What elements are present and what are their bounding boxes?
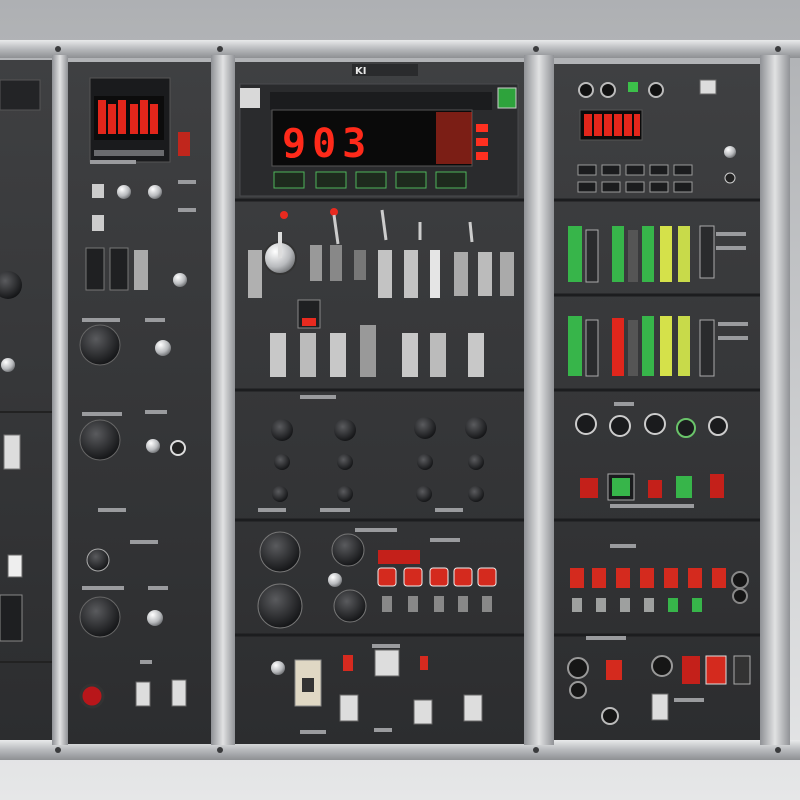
rotary-knob[interactable] bbox=[79, 596, 121, 638]
input-jack[interactable] bbox=[651, 655, 673, 677]
rotary-knob[interactable] bbox=[333, 589, 367, 623]
indicator-led bbox=[705, 655, 727, 685]
push-button[interactable] bbox=[1, 358, 15, 372]
indicator-led bbox=[606, 660, 622, 680]
rack-post bbox=[524, 55, 554, 745]
toggle-switch[interactable] bbox=[733, 655, 751, 685]
power-switch[interactable] bbox=[240, 88, 260, 108]
indicator-led bbox=[343, 655, 353, 671]
toggle-switch[interactable] bbox=[374, 649, 400, 677]
toggle-switch[interactable] bbox=[651, 693, 669, 721]
top-rail bbox=[0, 40, 800, 58]
status-led bbox=[628, 82, 638, 92]
push-button[interactable] bbox=[155, 340, 171, 356]
input-jack[interactable] bbox=[569, 681, 587, 699]
toggle-switch[interactable] bbox=[463, 694, 483, 722]
push-button[interactable] bbox=[170, 440, 186, 456]
input-jack[interactable] bbox=[567, 657, 589, 679]
toggle-switch[interactable] bbox=[171, 679, 187, 707]
rotary-knob[interactable] bbox=[86, 548, 110, 572]
rotary-knob[interactable] bbox=[259, 531, 301, 573]
toggle-switch[interactable] bbox=[7, 554, 23, 578]
push-button[interactable] bbox=[271, 661, 285, 675]
panel-d bbox=[554, 64, 760, 740]
emergency-button[interactable] bbox=[79, 683, 105, 709]
toggle-switch[interactable] bbox=[92, 215, 104, 231]
push-button[interactable] bbox=[724, 146, 736, 158]
connector-port bbox=[0, 594, 23, 642]
toggle-switch[interactable] bbox=[3, 434, 21, 470]
main-display-readout: 903 bbox=[282, 121, 372, 167]
toggle-switch[interactable] bbox=[92, 184, 104, 198]
indicator-led bbox=[330, 208, 338, 216]
aux-indicators bbox=[476, 124, 488, 160]
rack-post bbox=[52, 55, 68, 745]
panel-b bbox=[68, 62, 211, 744]
control-rack: KI 903 bbox=[0, 0, 800, 800]
panel-a bbox=[0, 60, 52, 740]
status-indicator bbox=[497, 87, 517, 109]
toggle-switch[interactable] bbox=[339, 694, 359, 722]
push-button[interactable] bbox=[724, 172, 736, 184]
rotary-knob[interactable] bbox=[257, 583, 303, 629]
indicator-led bbox=[178, 132, 190, 156]
push-button[interactable] bbox=[117, 185, 131, 199]
push-button[interactable] bbox=[147, 610, 163, 626]
rotary-knob[interactable] bbox=[79, 324, 121, 366]
panel-c: KI 903 bbox=[235, 62, 524, 744]
push-button[interactable] bbox=[148, 185, 162, 199]
rack-post bbox=[211, 55, 235, 745]
push-button[interactable] bbox=[173, 273, 187, 287]
indicator-led bbox=[420, 656, 428, 670]
display-mode-buttons[interactable] bbox=[273, 171, 467, 189]
input-jack[interactable] bbox=[732, 588, 748, 604]
rotary-knob[interactable] bbox=[79, 419, 121, 461]
brand-badge: KI bbox=[355, 66, 366, 77]
rotary-knob[interactable] bbox=[331, 533, 365, 567]
push-button[interactable] bbox=[146, 439, 160, 453]
toggle-switch[interactable] bbox=[135, 681, 151, 707]
toggle-switch[interactable] bbox=[699, 79, 717, 95]
push-button[interactable] bbox=[328, 573, 342, 587]
rack-post bbox=[760, 55, 790, 745]
indicator-led bbox=[682, 656, 700, 684]
indicator-led bbox=[280, 211, 288, 219]
toggle-switch[interactable] bbox=[413, 699, 433, 725]
input-jack[interactable] bbox=[731, 571, 749, 589]
input-jack[interactable] bbox=[601, 707, 619, 725]
